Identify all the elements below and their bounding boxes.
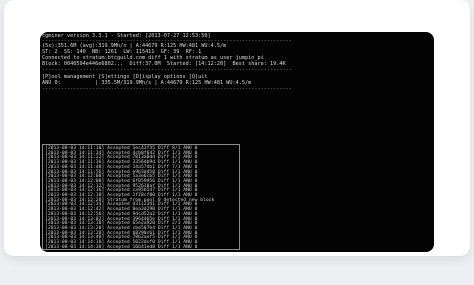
terminal-window[interactable]: cgminer version 3.3.1 - Started: [2013-0… [40, 32, 434, 252]
log-line: [2013-08-03 14:14:38] Accepted 16b41ed8 … [45, 244, 198, 250]
separator: ----------------------------------------… [42, 86, 292, 92]
separator: ----------------------------------------… [42, 67, 292, 73]
log-panel: [2013-08-03 14:11:10] Accepted 1ec43f35 … [42, 144, 240, 250]
